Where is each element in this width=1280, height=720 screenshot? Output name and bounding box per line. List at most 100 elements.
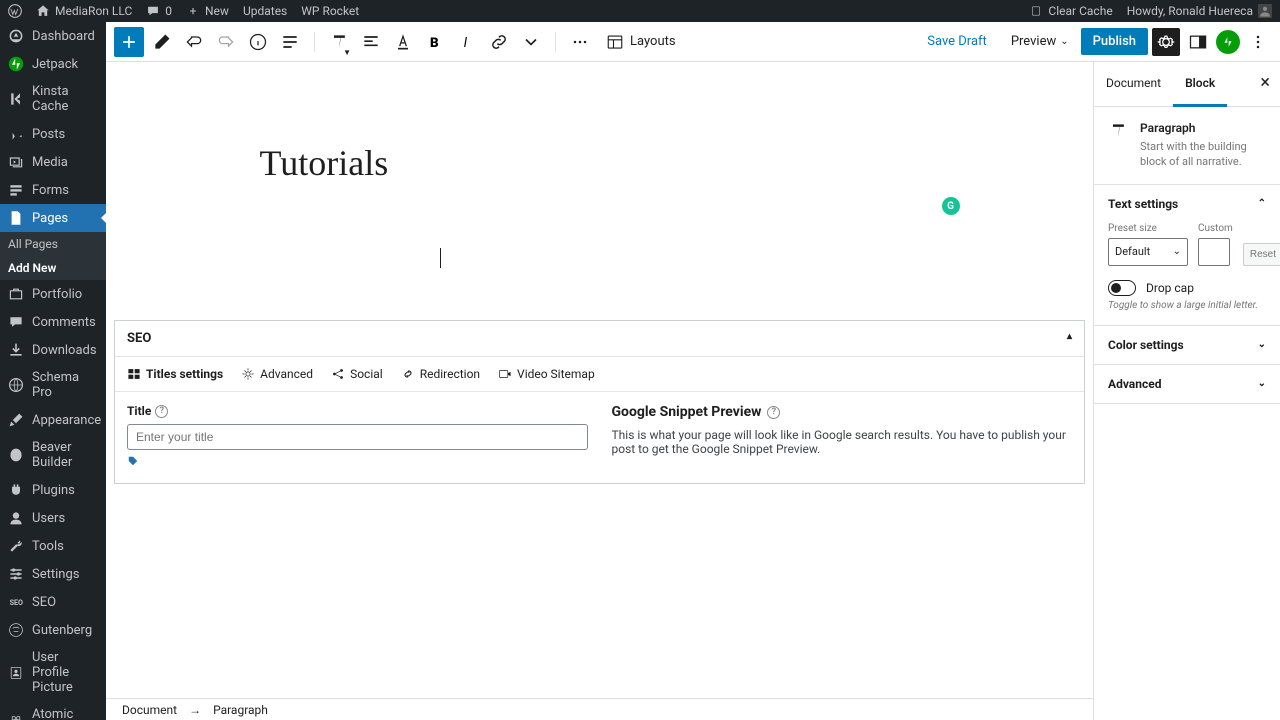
menu-comments[interactable]: Comments <box>0 308 106 336</box>
advanced-settings-toggle[interactable]: Advanced⌄ <box>1094 365 1280 403</box>
menu-pages[interactable]: Pages <box>0 204 106 232</box>
menu-settings[interactable]: Settings <box>0 560 106 588</box>
more-options-button[interactable] <box>566 28 594 56</box>
inspector-close-button[interactable]: × <box>1250 62 1280 106</box>
updates-link[interactable]: Updates <box>243 4 287 18</box>
seo-icon: SEO <box>8 594 24 610</box>
info-button[interactable] <box>244 28 272 56</box>
inspector-tab-document[interactable]: Document <box>1094 62 1173 106</box>
menu-posts[interactable]: Posts <box>0 120 106 148</box>
jetpack-sidebar-button[interactable] <box>1184 28 1212 56</box>
beaver-icon <box>8 447 24 463</box>
block-inspector: Document Block × Paragraph Start with th… <box>1093 62 1280 720</box>
drop-cap-toggle[interactable] <box>1108 280 1136 296</box>
layouts-button[interactable]: Layouts <box>598 33 684 51</box>
wrench-icon <box>8 538 24 554</box>
menu-gutenberg[interactable]: Gutenberg <box>0 616 106 644</box>
menu-downloads[interactable]: Downloads <box>0 336 106 364</box>
breadcrumb-document[interactable]: Document <box>122 703 177 717</box>
dashboard-icon <box>8 28 24 44</box>
seo-tab-advanced[interactable]: Advanced <box>241 367 313 381</box>
custom-size-input[interactable] <box>1198 238 1230 266</box>
preset-size-select[interactable]: Default⌄ <box>1108 238 1188 266</box>
menu-tools[interactable]: Tools <box>0 532 106 560</box>
seo-tab-social[interactable]: Social <box>331 367 383 381</box>
paragraph-block[interactable]: + <box>440 244 940 272</box>
more-rich-text-button[interactable] <box>517 28 545 56</box>
howdy-link[interactable]: Howdy, Ronald Huereca <box>1127 4 1272 18</box>
caret-up-icon: ▴ <box>1067 331 1072 346</box>
settings-gear-button[interactable] <box>1152 28 1180 56</box>
paragraph-icon <box>1108 121 1128 170</box>
publish-button[interactable]: Publish <box>1081 28 1148 55</box>
seo-tab-redirection[interactable]: Redirection <box>401 367 480 381</box>
submenu-add-new[interactable]: Add New <box>0 256 106 280</box>
color-settings-toggle[interactable]: Color settings⌄ <box>1094 326 1280 364</box>
page-title[interactable]: Tutorials <box>260 142 940 184</box>
redo-button[interactable] <box>212 28 240 56</box>
menu-plugins[interactable]: Plugins <box>0 476 106 504</box>
menu-upp[interactable]: User Profile Picture <box>0 644 106 701</box>
menu-atomic[interactable]: Atomic Blocks <box>0 701 106 720</box>
menu-beaver[interactable]: Beaver Builder <box>0 434 106 476</box>
submenu-all-pages[interactable]: All Pages <box>0 232 106 256</box>
pages-icon <box>8 210 24 226</box>
wp-logo[interactable] <box>8 4 22 18</box>
custom-size-label: Custom <box>1198 223 1233 234</box>
reset-size-button[interactable]: Reset <box>1243 243 1280 266</box>
seo-title-input[interactable] <box>127 424 588 450</box>
pin-icon <box>8 126 24 142</box>
tag-icon[interactable] <box>127 456 139 470</box>
downloads-icon <box>8 342 24 358</box>
menu-appearance[interactable]: Appearance <box>0 406 106 434</box>
edit-mode-button[interactable] <box>148 28 176 56</box>
portfolio-icon <box>8 286 24 302</box>
italic-button[interactable]: I <box>453 28 481 56</box>
menu-portfolio[interactable]: Portfolio <box>0 280 106 308</box>
text-settings-toggle[interactable]: Text settings⌃ <box>1094 185 1280 223</box>
menu-dashboard[interactable]: Dashboard <box>0 22 106 50</box>
menu-forms[interactable]: Forms <box>0 176 106 204</box>
menu-kinsta[interactable]: Kinsta Cache <box>0 78 106 120</box>
inspector-tab-block[interactable]: Block <box>1173 62 1227 107</box>
grammarly-icon[interactable]: G <box>942 197 960 215</box>
chevron-down-icon: ⌄ <box>1258 378 1266 389</box>
preview-button[interactable]: Preview⌄ <box>1003 28 1077 55</box>
menu-jetpack[interactable]: Jetpack <box>0 50 106 78</box>
jetpack-avatar[interactable] <box>1216 30 1240 54</box>
help-icon[interactable]: ? <box>767 406 780 419</box>
save-draft-button[interactable]: Save Draft <box>915 28 999 55</box>
undo-button[interactable] <box>180 28 208 56</box>
wprocket-link[interactable]: WP Rocket <box>301 4 359 18</box>
titles-icon <box>127 367 141 381</box>
text-color-button[interactable] <box>389 28 417 56</box>
outline-button[interactable] <box>276 28 304 56</box>
seo-title-label: Title? <box>127 404 588 418</box>
menu-schema[interactable]: Schema Pro <box>0 364 106 406</box>
sliders-icon <box>8 566 24 582</box>
align-button[interactable] <box>357 28 385 56</box>
menu-media[interactable]: Media <box>0 148 106 176</box>
new-content-link[interactable]: +New <box>186 4 229 18</box>
seo-tab-video[interactable]: Video Sitemap <box>498 367 595 381</box>
link-button[interactable] <box>485 28 513 56</box>
site-name: MediaRon LLC <box>55 4 132 18</box>
editor-more-menu[interactable] <box>1244 28 1272 56</box>
transform-button[interactable]: ▼ <box>325 28 353 56</box>
help-icon[interactable]: ? <box>155 405 168 418</box>
preset-size-label: Preset size <box>1108 223 1188 234</box>
comments-link[interactable]: 0 <box>146 4 172 18</box>
seo-metabox-toggle[interactable]: SEO ▴ <box>115 321 1084 357</box>
seo-tab-titles[interactable]: Titles settings <box>127 367 223 381</box>
block-description: Start with the building block of all nar… <box>1140 139 1266 170</box>
editor-canvas[interactable]: G Tutorials + <box>210 62 990 312</box>
menu-seo[interactable]: SEOSEO <box>0 588 106 616</box>
site-name-link[interactable]: MediaRon LLC <box>36 4 132 18</box>
menu-users[interactable]: Users <box>0 504 106 532</box>
breadcrumb-paragraph[interactable]: Paragraph <box>213 703 268 717</box>
globe-icon <box>8 377 24 393</box>
block-inserter-button[interactable] <box>114 27 144 57</box>
brush-icon <box>8 412 24 428</box>
bold-button[interactable]: B <box>421 28 449 56</box>
clear-cache-link[interactable]: Clear Cache <box>1029 4 1112 18</box>
